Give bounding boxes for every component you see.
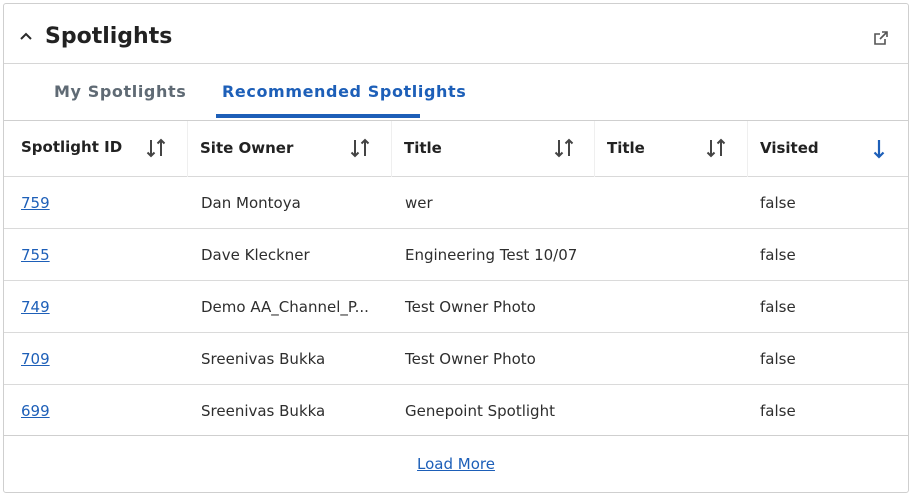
visited-cell: false <box>760 402 796 420</box>
table-row: 699 Sreenivas Bukka Genepoint Spotlight … <box>4 385 908 437</box>
table-header: Spotlight ID Site Owner Title Title Visi… <box>4 121 908 177</box>
site-owner-cell: Sreenivas Bukka <box>201 350 326 368</box>
spotlight-id-link[interactable]: 699 <box>21 402 50 420</box>
site-owner-cell: Demo AA_Channel_P... <box>201 298 369 316</box>
site-owner-cell: Dave Kleckner <box>201 246 310 264</box>
title-cell: Test Owner Photo <box>405 350 536 368</box>
column-divider <box>747 121 748 177</box>
sort-descending-icon[interactable] <box>868 138 890 160</box>
header-site-owner[interactable]: Site Owner <box>200 139 293 157</box>
title-cell: Genepoint Spotlight <box>405 402 555 420</box>
column-divider <box>594 121 595 177</box>
header-title-2[interactable]: Title <box>607 139 645 157</box>
site-owner-cell: Dan Montoya <box>201 194 301 212</box>
external-link-icon[interactable] <box>873 30 889 46</box>
tab-recommended-spotlights[interactable]: Recommended Spotlights <box>222 82 466 101</box>
table-row: 709 Sreenivas Bukka Test Owner Photo fal… <box>4 333 908 385</box>
sort-icon[interactable] <box>145 137 167 159</box>
site-owner-cell: Sreenivas Bukka <box>201 402 326 420</box>
card-header: Spotlights <box>4 4 908 64</box>
title-cell: Engineering Test 10/07 <box>405 246 578 264</box>
tab-bar: My Spotlights Recommended Spotlights <box>4 64 908 120</box>
header-spotlight-id[interactable]: Spotlight ID <box>21 138 122 156</box>
sort-icon[interactable] <box>553 137 575 159</box>
sort-icon[interactable] <box>705 137 727 159</box>
tab-my-spotlights[interactable]: My Spotlights <box>54 82 186 101</box>
column-divider <box>187 121 188 177</box>
title-cell: wer <box>405 194 433 212</box>
active-tab-indicator <box>216 114 420 118</box>
spotlight-id-link[interactable]: 709 <box>21 350 50 368</box>
header-title[interactable]: Title <box>404 139 442 157</box>
table-row: 749 Demo AA_Channel_P... Test Owner Phot… <box>4 281 908 333</box>
sort-icon[interactable] <box>349 137 371 159</box>
spotlights-table: Spotlight ID Site Owner Title Title Visi… <box>4 120 908 436</box>
load-more-link[interactable]: Load More <box>4 455 908 473</box>
visited-cell: false <box>760 194 796 212</box>
column-divider <box>391 121 392 177</box>
visited-cell: false <box>760 298 796 316</box>
spotlights-card: Spotlights My Spotlights Recommended Spo… <box>3 3 909 493</box>
spotlight-id-link[interactable]: 759 <box>21 194 50 212</box>
spotlight-id-link[interactable]: 749 <box>21 298 50 316</box>
visited-cell: false <box>760 350 796 368</box>
spotlight-id-link[interactable]: 755 <box>21 246 50 264</box>
chevron-up-icon[interactable] <box>18 28 34 44</box>
header-visited[interactable]: Visited <box>760 139 819 157</box>
title-cell: Test Owner Photo <box>405 298 536 316</box>
table-row: 759 Dan Montoya wer false <box>4 177 908 229</box>
visited-cell: false <box>760 246 796 264</box>
table-row: 755 Dave Kleckner Engineering Test 10/07… <box>4 229 908 281</box>
card-title: Spotlights <box>45 24 173 49</box>
